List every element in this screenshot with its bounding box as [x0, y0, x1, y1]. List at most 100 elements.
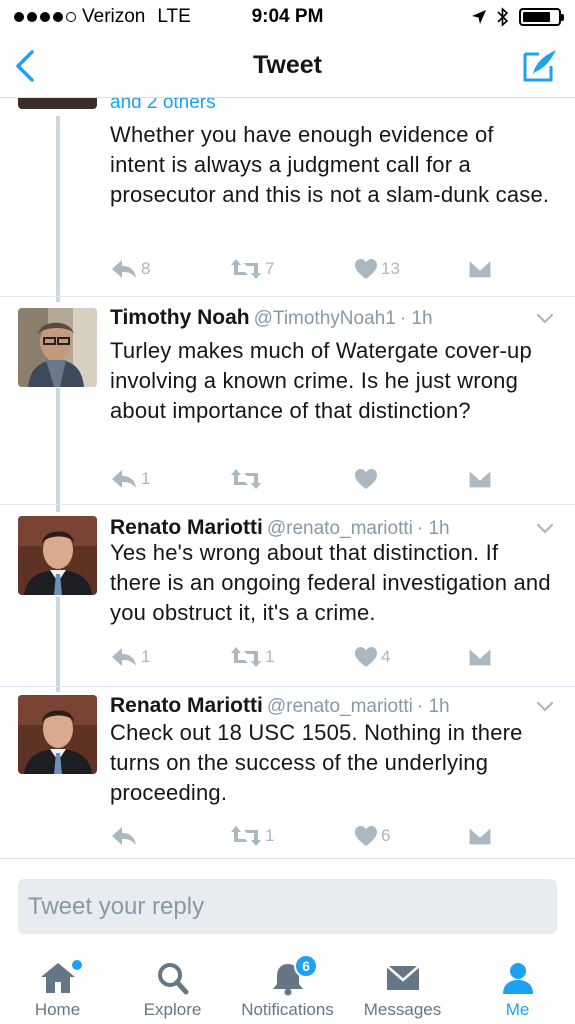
- author-name[interactable]: Renato Mariotti: [110, 516, 263, 539]
- tweet-actions: 8 7 13: [110, 256, 510, 282]
- avatar[interactable]: [18, 695, 97, 774]
- renato-mariotti-photo: [18, 695, 97, 774]
- divider: [0, 504, 575, 505]
- direct-message-button[interactable]: [468, 466, 492, 492]
- status-icons: [471, 7, 564, 27]
- tab-me[interactable]: Me: [460, 946, 575, 1024]
- tweet-actions: 1 1 4: [110, 644, 510, 670]
- tweet-actions: 1: [110, 466, 510, 492]
- tab-label: Me: [505, 1000, 530, 1019]
- tweet-text: Whether you have enough evidence of inte…: [110, 122, 550, 207]
- tweet-timestamp: · 1h: [399, 308, 433, 329]
- tab-messages[interactable]: Messages: [345, 946, 460, 1024]
- tweet-timestamp: · 1h: [416, 518, 450, 539]
- reply-icon: [112, 827, 136, 845]
- heart-icon: [355, 826, 377, 846]
- tweet-item[interactable]: Renato Mariotti @renato_mariotti · 1h Yes …: [0, 516, 575, 686]
- retweet-button[interactable]: [230, 466, 265, 492]
- retweet-icon: [231, 647, 261, 667]
- retweet-button[interactable]: 1: [230, 823, 274, 849]
- envelope-icon: [468, 259, 492, 279]
- tweet-timestamp: · 1h: [416, 696, 450, 717]
- reply-button[interactable]: 1: [110, 466, 150, 492]
- like-button[interactable]: 13: [354, 256, 400, 282]
- heart-icon: [355, 469, 377, 489]
- tab-home[interactable]: Home: [0, 946, 115, 1024]
- like-button[interactable]: [354, 466, 381, 492]
- heart-icon: [355, 647, 377, 667]
- tweet-text: Yes he's wrong about that distinction. I…: [110, 540, 551, 625]
- author-name[interactable]: Renato Mariotti: [110, 694, 263, 717]
- envelope-icon: [468, 826, 492, 846]
- like-count: 6: [381, 826, 391, 845]
- direct-message-button[interactable]: [468, 644, 492, 670]
- retweet-button[interactable]: 1: [230, 644, 274, 670]
- timothy-noah-photo: [18, 308, 97, 387]
- tweet-header: Timothy Noah @TimothyNoah1 · 1h: [110, 306, 555, 336]
- heart-icon: [355, 259, 377, 279]
- tab-label: Messages: [363, 1000, 442, 1019]
- bluetooth-icon: [497, 7, 509, 27]
- tweet-reply-input[interactable]: [18, 879, 557, 934]
- search-icon: [157, 963, 188, 995]
- in-reply-to-label[interactable]: and 2 others: [110, 98, 216, 114]
- tab-bar: Home Explore 6 Notifications Messages Me: [0, 946, 575, 1024]
- reply-icon: [112, 648, 136, 666]
- retweet-count: 1: [265, 826, 275, 845]
- avatar[interactable]: [18, 98, 97, 109]
- tweet-item[interactable]: Renato Mariotti @renato_mariotti · 1h Chec…: [0, 694, 575, 858]
- retweet-count: 7: [265, 259, 275, 278]
- direct-message-button[interactable]: [468, 823, 492, 849]
- tweet-text: Check out 18 USC 1505. Nothing in there …: [110, 720, 523, 805]
- status-bar: Verizon LTE 9:04 PM: [0, 0, 575, 34]
- page-title: Tweet: [253, 51, 322, 79]
- chevron-down-icon[interactable]: [535, 700, 555, 714]
- retweet-icon: [231, 826, 261, 846]
- tweet-thread: and 2 others Whether you have enough evi…: [0, 98, 575, 858]
- tweet-item[interactable]: and 2 others Whether you have enough evi…: [0, 98, 575, 298]
- like-count: 4: [381, 647, 391, 666]
- author-handle[interactable]: @renato_mariotti: [267, 696, 413, 717]
- reply-count: 1: [141, 647, 151, 666]
- tab-explore[interactable]: Explore: [115, 946, 230, 1024]
- envelope-icon: [385, 965, 420, 990]
- tab-label: Explore: [143, 1000, 202, 1019]
- tweet-item[interactable]: Timothy Noah @TimothyNoah1 · 1h Turley mak…: [0, 306, 575, 502]
- tab-label: Home: [34, 1000, 81, 1019]
- chevron-down-icon[interactable]: [535, 522, 555, 536]
- reply-button[interactable]: 1: [110, 644, 150, 670]
- battery-icon: [519, 8, 564, 26]
- retweet-button[interactable]: 7: [230, 256, 274, 282]
- reply-count: 8: [141, 259, 151, 278]
- tab-label: Notifications: [241, 1000, 334, 1019]
- location-icon: [472, 10, 486, 24]
- reply-count: 1: [141, 469, 151, 488]
- avatar[interactable]: [18, 308, 97, 387]
- like-count: 13: [381, 259, 400, 278]
- envelope-icon: [468, 469, 492, 489]
- tweet-actions: 1 6: [110, 823, 510, 849]
- nav-bar: Tweet: [0, 34, 575, 98]
- reply-icon: [112, 260, 136, 278]
- avatar[interactable]: [18, 516, 97, 595]
- divider: [0, 296, 575, 297]
- retweet-icon: [231, 469, 261, 489]
- tab-notifications[interactable]: 6 Notifications: [230, 946, 345, 1024]
- profile-icon: [502, 963, 533, 994]
- author-handle[interactable]: @TimothyNoah1: [254, 308, 396, 329]
- tweet-text: Turley makes much of Watergate cover-up …: [110, 338, 532, 423]
- author-name[interactable]: Timothy Noah: [110, 306, 250, 329]
- divider: [0, 686, 575, 687]
- retweet-count: 1: [265, 647, 275, 666]
- like-button[interactable]: 6: [354, 823, 390, 849]
- reply-button[interactable]: 8: [110, 256, 150, 282]
- author-handle[interactable]: @renato_mariotti: [267, 518, 413, 539]
- envelope-icon: [468, 647, 492, 667]
- like-button[interactable]: 4: [354, 644, 390, 670]
- direct-message-button[interactable]: [468, 256, 492, 282]
- new-tweets-indicator: [72, 960, 82, 970]
- reply-bar: [0, 858, 575, 946]
- reply-button[interactable]: [110, 823, 141, 849]
- chevron-down-icon[interactable]: [535, 312, 555, 326]
- compose-tweet-icon[interactable]: [521, 46, 559, 84]
